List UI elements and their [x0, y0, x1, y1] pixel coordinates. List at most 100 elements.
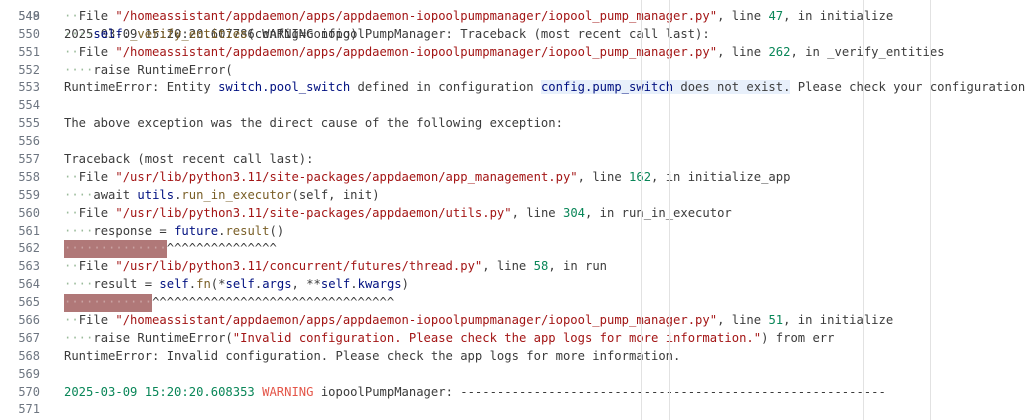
code-text: 2025-03-09 15:20:20.608353 WARNING iopoo…	[64, 384, 886, 402]
line-number: 568	[18, 348, 40, 363]
code-line: 570 2025-03-09 15:20:20.608353 WARNING io…	[0, 384, 1028, 402]
code-token: Traceback (most recent call last):	[64, 152, 314, 167]
line-number: 563	[18, 259, 40, 274]
code-token: "/usr/lib/python3.11/concurrent/futures/…	[115, 259, 483, 274]
line-number: 566	[18, 313, 40, 328]
code-token: kwargs	[357, 277, 402, 292]
line-number: 565	[18, 295, 40, 310]
whitespace-marker: ··	[64, 8, 79, 23]
code-text: ····raise RuntimeError("Invalid configur…	[64, 330, 834, 348]
line-number: 560	[18, 205, 40, 220]
line-number: 571	[18, 402, 40, 417]
code-line: 567 ····raise RuntimeError("Invalid confi…	[0, 330, 1028, 348]
code-line: 564 ····result = self.fn(*self.args, **se…	[0, 276, 1028, 294]
code-line: 568 RuntimeError: Invalid configuration. …	[0, 348, 1028, 366]
line-number: 570	[18, 384, 40, 399]
code-token: (self, init)	[291, 187, 380, 202]
code-text: RuntimeError: Invalid configuration. Ple…	[64, 348, 680, 366]
code-token: , line	[717, 8, 769, 23]
code-token: 262	[768, 44, 791, 59]
code-token: .	[188, 277, 197, 292]
whitespace-marker: ····	[64, 330, 94, 345]
code-token: response =	[93, 223, 175, 238]
whitespace-marker: ····	[64, 277, 94, 292]
code-line: 566 ··File "/homeassistant/appdaemon/apps…	[0, 312, 1028, 330]
code-token: , line	[482, 259, 534, 274]
code-token: 162	[629, 169, 652, 184]
line-number: 567	[18, 330, 40, 345]
line-number: 556	[18, 134, 40, 149]
code-text: ··File "/usr/lib/python3.11/concurrent/f…	[64, 258, 607, 276]
code-text: ····raise RuntimeError(	[64, 62, 233, 80]
whitespace-marker: ··	[64, 44, 79, 59]
line-number: 558	[18, 169, 40, 184]
code-token: )	[401, 277, 409, 292]
code-line: 555 The above exception was the direct ca…	[0, 115, 1028, 133]
code-text: RuntimeError: Entity switch.pool_switch …	[64, 79, 1028, 97]
line-number: 551	[18, 44, 40, 59]
line-number: 553	[18, 80, 40, 95]
code-line: 556	[0, 133, 1028, 151]
code-token: ()	[269, 223, 285, 238]
whitespace-marker: ··	[64, 313, 79, 328]
code-token: , line	[511, 205, 563, 220]
code-token: 58	[533, 259, 549, 274]
code-text: ··File "/homeassistant/appdaemon/apps/ap…	[64, 8, 893, 26]
code-token: File	[78, 8, 116, 23]
code-line: 549 ··File "/homeassistant/appdaemon/apps…	[0, 8, 1028, 26]
code-token: "/homeassistant/appdaemon/apps/appdaemon…	[115, 8, 718, 23]
code-text: ····response = future.result()	[64, 223, 284, 241]
code-token: .	[122, 26, 131, 41]
code-token: ^^^^^^^^^^^^^^^	[166, 241, 277, 256]
code-token: Please check your configuration.	[790, 80, 1028, 95]
highlighted-token: config.pump_switch	[540, 80, 674, 95]
error-highlight: ············	[64, 294, 153, 313]
code-token: , in run	[548, 259, 608, 274]
code-line: 562 ··············^^^^^^^^^^^^^^^	[0, 240, 1028, 259]
code-text: Traceback (most recent call last):	[64, 151, 313, 169]
code-token: utils	[137, 187, 175, 202]
code-text: ··File "/usr/lib/python3.11/site-package…	[64, 205, 732, 223]
code-token: 47	[768, 8, 784, 23]
code-line: 571	[0, 401, 1028, 419]
code-token: , in _verify_entities	[790, 44, 945, 59]
code-line: 563 ··File "/usr/lib/python3.11/concurren…	[0, 258, 1028, 276]
code-line: 569	[0, 366, 1028, 384]
error-highlight: ··············	[64, 240, 167, 259]
code-token: future	[174, 223, 219, 238]
code-token: , in initialize	[783, 8, 894, 23]
code-token: , in run_in_executor	[585, 205, 732, 220]
whitespace-marker: ····	[64, 223, 94, 238]
code-token: ) from err	[761, 330, 835, 345]
code-token: await	[93, 187, 138, 202]
code-line: 553 RuntimeError: Entity switch.pool_swit…	[0, 79, 1028, 97]
code-line: 554	[0, 97, 1028, 115]
line-number: 554	[18, 98, 40, 113]
code-token: , line	[717, 313, 769, 328]
whitespace-marker: ····	[64, 26, 94, 41]
line-number: 552	[18, 62, 40, 77]
code-text: ··············^^^^^^^^^^^^^^^	[64, 240, 277, 259]
code-token: self	[159, 277, 189, 292]
code-token: File	[78, 259, 116, 274]
code-token: switch.pool_switch	[218, 80, 351, 95]
line-number: 564	[18, 277, 40, 292]
code-text: ··File "/homeassistant/appdaemon/apps/ap…	[64, 44, 945, 62]
code-token: RuntimeError: Invalid configuration. Ple…	[64, 348, 681, 363]
code-line: 548 2025-03-09 15:20:20.607786 WARNING i…	[0, 0, 1028, 41]
code-token: , line	[577, 169, 630, 184]
code-token: raise RuntimeError(	[93, 62, 233, 77]
line-number: 561	[18, 223, 40, 238]
code-token: File	[78, 44, 116, 59]
log-editor[interactable]: 548 2025-03-09 15:20:20.607786 WARNING i…	[0, 0, 1028, 419]
whitespace-marker: ··	[64, 169, 79, 184]
code-token: .	[350, 277, 358, 292]
code-token: "/usr/lib/python3.11/site-packages/appda…	[115, 205, 512, 220]
code-token: self	[93, 26, 123, 41]
code-token: ^^^^^^^^^^^^^^^^^^^^^^^^^^^^^^^^^	[152, 295, 395, 310]
code-token: , in initialize_app	[651, 169, 791, 184]
code-text: The above exception was the direct cause…	[64, 115, 563, 133]
code-text: ············^^^^^^^^^^^^^^^^^^^^^^^^^^^^…	[64, 294, 395, 313]
code-token: (*	[210, 277, 226, 292]
code-token: self	[225, 277, 255, 292]
